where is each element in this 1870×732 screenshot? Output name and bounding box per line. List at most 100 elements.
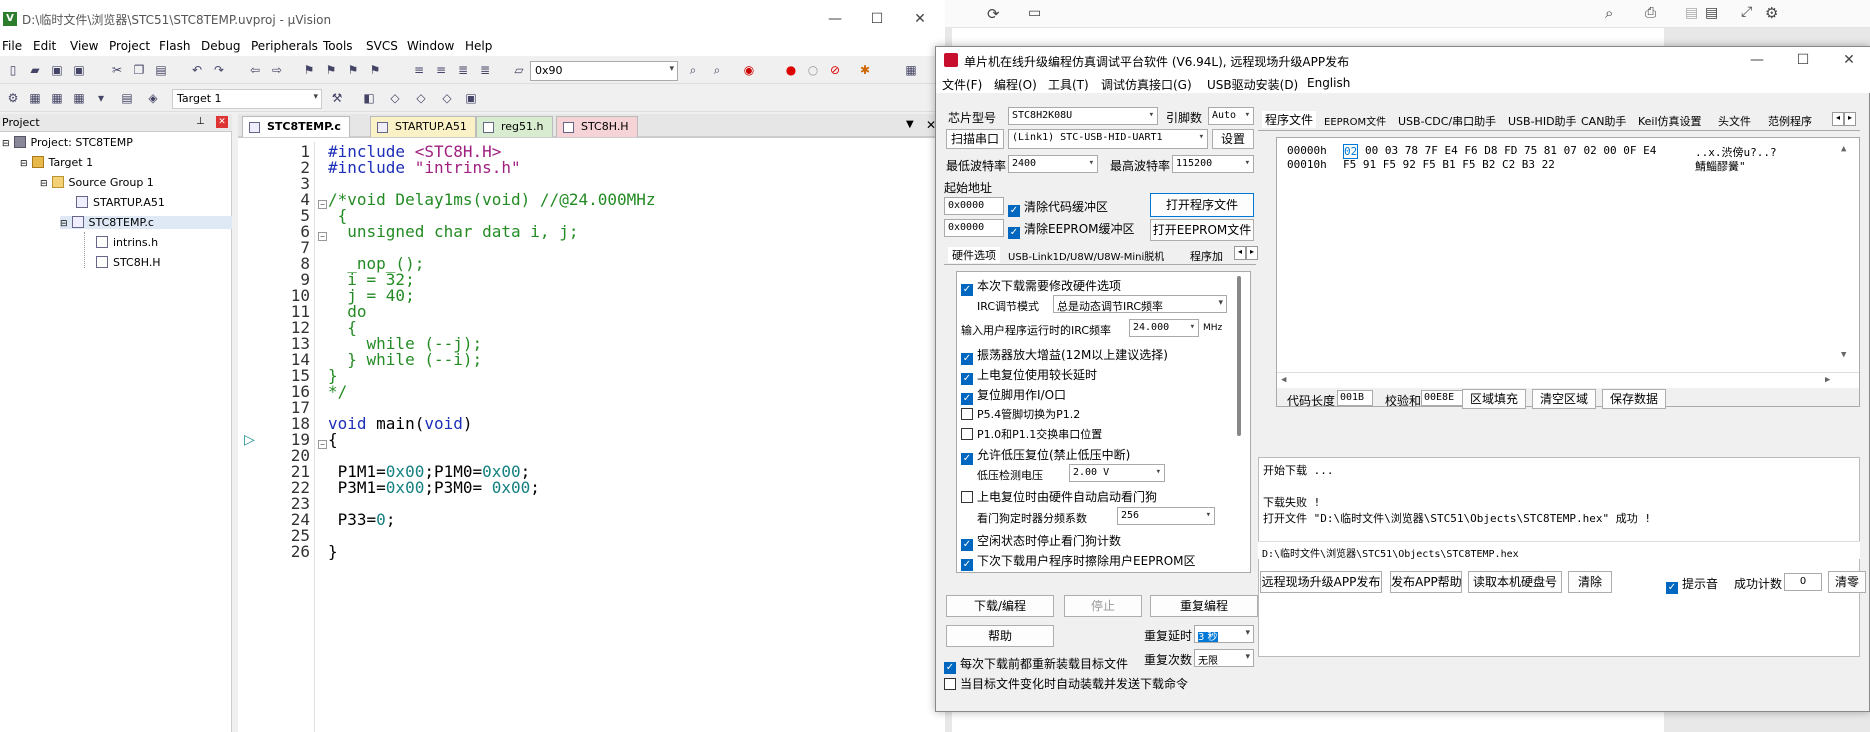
fold-icon[interactable]: − [318, 200, 327, 209]
menu-edit[interactable]: Edit [33, 39, 56, 53]
reader-icon[interactable]: ▭ [1028, 5, 1041, 21]
cut-icon[interactable]: ✂ [110, 63, 124, 77]
tab-can[interactable]: CAN助手 [1581, 113, 1626, 129]
beep-checkbox[interactable]: ✓ 提示音 [1666, 575, 1718, 594]
tree-target[interactable]: ⊟ Target 1 [20, 156, 93, 169]
repeat-count-select[interactable]: 无限 ▾ [1194, 649, 1254, 667]
read-disk-button[interactable]: 读取本机硬盘号 [1468, 571, 1562, 593]
tree-project[interactable]: ⊟ Project: STC8TEMP [2, 136, 133, 149]
start-addr-input-1[interactable]: 0x0000 [944, 197, 1004, 215]
repeat-delay-select[interactable]: 3 秒 ▾ [1194, 625, 1254, 643]
opt-long-reset-checkbox[interactable]: ✓ 上电复位使用较长延时 [961, 366, 1097, 385]
menu-help[interactable]: Help [465, 39, 492, 53]
build-icon[interactable]: ▦ [28, 91, 42, 105]
opt-erase-eeprom-checkbox[interactable]: ✓ 下次下载用户程序时擦除用户EEPROM区 [961, 552, 1196, 571]
remote-upgrade-button[interactable]: 远程现场升级APP发布 [1260, 571, 1382, 593]
incremental-find-icon[interactable]: ⌕ [710, 63, 724, 77]
tab-program-file[interactable]: 程序文件 [1262, 111, 1317, 128]
menu-svcs[interactable]: SVCS [366, 39, 398, 53]
save-data-button[interactable]: 保存数据 [1602, 389, 1666, 409]
opt-p10-checkbox[interactable]: P1.0和P1.1交换串口位置 [961, 426, 1102, 442]
print-icon[interactable]: ⎙ [1645, 5, 1656, 21]
tree-file-stc8h[interactable]: STC8H.H [96, 256, 161, 269]
fold-icon[interactable]: − [318, 232, 327, 241]
tab-startup-a51[interactable]: STARTUP.A51 [370, 116, 476, 137]
scroll-right-icon[interactable]: ▶ [1825, 375, 1830, 385]
tab-usb-hid[interactable]: USB-HID助手 [1508, 113, 1577, 129]
tab-usb-link1d[interactable]: USB-Link1D/U8W/U8W-Mini脱机 [1008, 248, 1164, 263]
tab-scroll-right-icon[interactable]: ▸ [1246, 246, 1258, 260]
isp-menu-file[interactable]: 文件(F) [942, 76, 982, 93]
repeat-program-button[interactable]: 重复编程 [1150, 595, 1258, 617]
tab-hardware-options[interactable]: 硬件选项 [948, 247, 1000, 263]
tab-header[interactable]: 头文件 [1718, 113, 1751, 129]
maximize-button[interactable]: ☐ [862, 8, 892, 30]
debug-session-icon[interactable]: ◉ [742, 63, 756, 77]
indent-icon[interactable]: ≡ [412, 63, 426, 77]
target-select[interactable]: Target 1 ▾ [172, 89, 322, 109]
back-icon[interactable]: ⇦ [248, 63, 262, 77]
start-addr-input-2[interactable]: 0x0000 [944, 219, 1004, 237]
open-eeprom-file-button[interactable]: 打开EEPROM文件 [1150, 219, 1254, 241]
settings-button[interactable]: 设置 [1212, 129, 1254, 149]
undo-icon[interactable]: ↶ [190, 63, 204, 77]
translate-icon[interactable]: ⚙ [6, 91, 20, 105]
auto-reload-checkbox[interactable]: 当目标文件变化时自动装载并发送下载命令 [944, 675, 1188, 692]
clear-eeprom-checkbox[interactable]: ✓ 清除EEPROM缓冲区 [1008, 220, 1135, 239]
tab-stc8h-h[interactable]: STC8H.H [556, 116, 638, 137]
target-icon[interactable]: ◈ [146, 91, 160, 105]
irc-freq-select[interactable]: 24.000 ▾ [1129, 319, 1199, 337]
opt-osc-gain-checkbox[interactable]: ✓ 振荡器放大增益(12M以上建议选择) [961, 346, 1168, 365]
scroll-down-icon[interactable]: ▼ [1841, 350, 1846, 360]
tab-eeprom-file[interactable]: EEPROM文件 [1324, 113, 1386, 128]
rebuild-icon[interactable]: ▦ [50, 91, 64, 105]
open-program-file-button[interactable]: 打开程序文件 [1150, 193, 1254, 217]
tab-program-encrypt[interactable]: 程序加 [1190, 248, 1223, 264]
menu-flash[interactable]: Flash [159, 39, 190, 53]
download-program-button[interactable]: 下载/编程 [946, 595, 1054, 617]
settings-icon[interactable]: ⚙ [1765, 4, 1778, 22]
target-options-icon[interactable]: ⚒ [330, 91, 344, 105]
disable-all-breakpoints-icon[interactable]: ⊘ [828, 63, 842, 77]
tree-file-main[interactable]: ⊟ STC8TEMP.c [60, 216, 232, 229]
opt-lvr-checkbox[interactable]: ✓ 允许低压复位(禁止低压中断) [961, 446, 1130, 465]
isp-menu-usb[interactable]: USB驱动安装(D) [1207, 76, 1298, 93]
isp-menu-tools[interactable]: 工具(T) [1048, 76, 1089, 93]
isp-maximize-button[interactable]: ☐ [1788, 49, 1818, 71]
menu-debug[interactable]: Debug [201, 39, 240, 53]
comment-icon[interactable]: ≣ [456, 63, 470, 77]
copy-icon[interactable]: ❐ [132, 63, 146, 77]
save-icon[interactable]: ▤ [1685, 5, 1698, 21]
isp-menu-program[interactable]: 编程(O) [994, 76, 1037, 93]
opt-reset-io-checkbox[interactable]: ✓ 复位脚用作I/O口 [961, 386, 1066, 405]
menu-project[interactable]: Project [109, 39, 150, 53]
isp-minimize-button[interactable]: — [1742, 49, 1772, 71]
menu-window[interactable]: Window [407, 39, 454, 53]
tree-file-startup[interactable]: STARTUP.A51 [76, 196, 165, 209]
port-select[interactable]: (Link1) STC-USB-HID-UART1 ▾ [1008, 129, 1208, 149]
pack-installer-icon[interactable]: ▣ [464, 91, 478, 105]
clear-log-button[interactable]: 清除 [1568, 571, 1612, 593]
find-combo[interactable]: 0x90 ▾ [530, 61, 678, 81]
find-in-files-icon[interactable]: ▱ [512, 63, 526, 77]
save-as-icon[interactable]: ▤ [1705, 5, 1718, 21]
publish-help-button[interactable]: 发布APP帮助 [1390, 571, 1462, 593]
opt-wdt-auto-checkbox[interactable]: 上电复位时由硬件自动启动看门狗 [961, 488, 1157, 505]
reset-count-button[interactable]: 清零 [1828, 571, 1866, 593]
open-folder-icon[interactable]: ▰ [28, 63, 42, 77]
fill-area-button[interactable]: 区域填充 [1462, 389, 1526, 409]
isp-menu-debug[interactable]: 调试仿真接口(G) [1101, 76, 1192, 93]
pin-select[interactable]: Auto ▾ [1208, 107, 1254, 125]
max-baud-select[interactable]: 115200 ▾ [1172, 155, 1254, 173]
file-extensions-icon[interactable]: ◧ [362, 91, 376, 105]
menu-file[interactable]: File [2, 39, 22, 53]
select-pack-icon[interactable]: ◇ [414, 91, 428, 105]
refresh-icon[interactable]: ⟳ [987, 5, 1000, 23]
new-file-icon[interactable]: ▯ [6, 63, 20, 77]
isp-menu-english[interactable]: English [1307, 76, 1350, 90]
pin-icon[interactable]: ⊥ [196, 116, 205, 127]
tab-keil[interactable]: Keil仿真设置 [1638, 113, 1702, 129]
options-scrollbar[interactable] [1237, 276, 1241, 436]
scan-port-button[interactable]: 扫描串口 [946, 129, 1004, 149]
tab-stc8temp-c[interactable]: STC8TEMP.c [242, 116, 350, 137]
